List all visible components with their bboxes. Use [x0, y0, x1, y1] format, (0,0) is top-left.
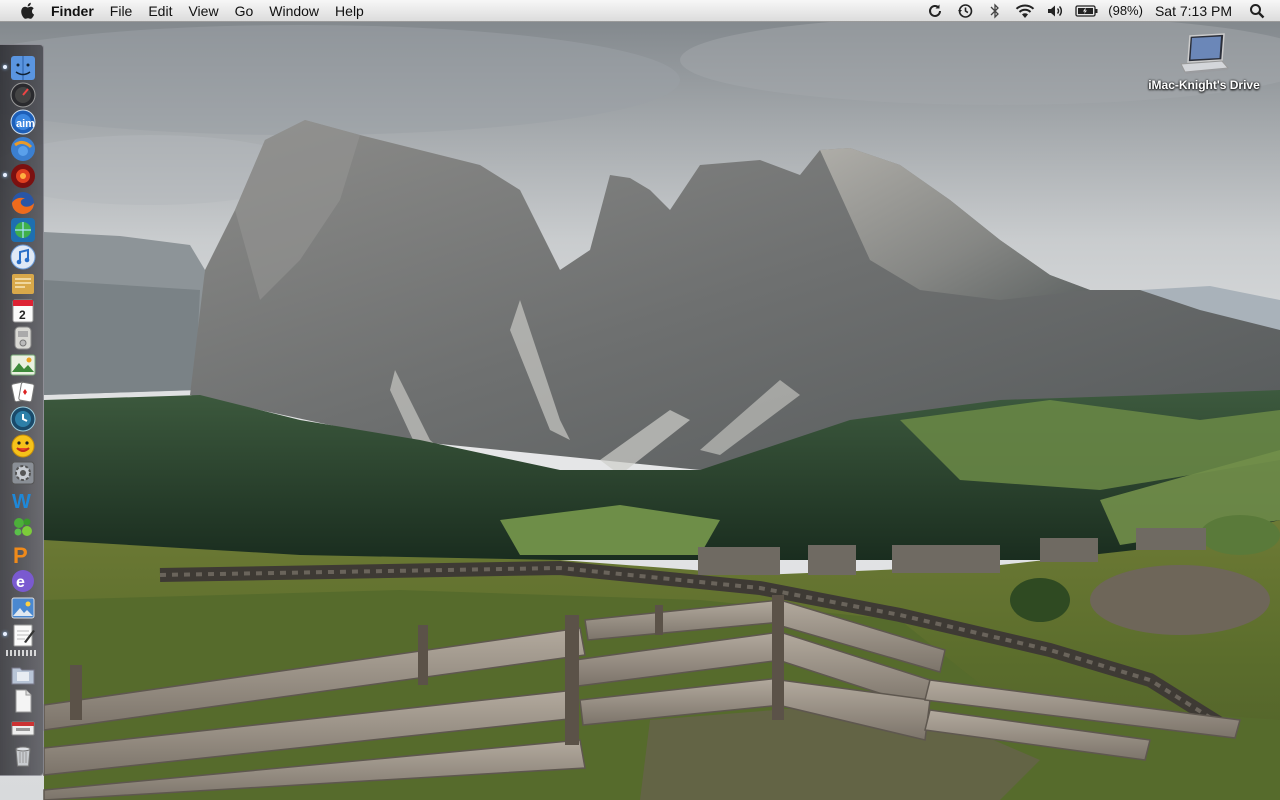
document-stack-icon[interactable] [10, 688, 36, 714]
menu-clock[interactable]: Sat 7:13 PM [1155, 3, 1232, 19]
textedit-icon[interactable] [10, 622, 36, 648]
svg-text:e: e [16, 574, 25, 591]
dock: aim 2 W P e [0, 44, 44, 776]
battery-percent[interactable]: (98%) [1108, 3, 1143, 18]
time-machine-dock-icon[interactable] [10, 406, 36, 432]
status-area: (98%) Sat 7:13 PM [920, 0, 1280, 22]
dock-separator [6, 650, 38, 656]
wifi-icon[interactable] [1014, 0, 1036, 22]
iphoto-icon[interactable] [10, 595, 36, 621]
photo-app-icon[interactable] [10, 352, 36, 378]
chat-smiley-icon[interactable] [10, 433, 36, 459]
menu-view[interactable]: View [180, 0, 226, 22]
downloads-stack-icon[interactable] [10, 715, 36, 741]
purple-e-app-icon[interactable]: e [10, 568, 36, 594]
svg-text:W: W [12, 491, 31, 513]
menu-app-finder[interactable]: Finder [45, 0, 102, 22]
applications-folder-icon[interactable] [10, 661, 36, 687]
playing-cards-icon[interactable] [10, 379, 36, 405]
running-indicator [3, 632, 7, 636]
battery-icon[interactable] [1074, 0, 1100, 22]
svg-text:aim: aim [16, 118, 35, 130]
notepad-icon[interactable] [10, 325, 36, 351]
svg-text:2: 2 [19, 308, 26, 322]
volume-icon[interactable] [1044, 0, 1066, 22]
globe-app-icon[interactable] [10, 217, 36, 243]
mail-envelope-icon[interactable] [10, 271, 36, 297]
dashboard-icon[interactable] [10, 82, 36, 108]
green-app-icon[interactable] [10, 514, 36, 540]
orange-p-app-icon[interactable]: P [10, 541, 36, 567]
running-indicator [3, 173, 7, 177]
menu-file[interactable]: File [102, 0, 141, 22]
finder-icon[interactable] [10, 55, 36, 81]
itunes-icon[interactable] [10, 244, 36, 270]
menu-window[interactable]: Window [261, 0, 327, 22]
firefox-icon[interactable] [10, 190, 36, 216]
system-preferences-icon[interactable] [10, 460, 36, 486]
running-indicator [3, 65, 7, 69]
menu-go[interactable]: Go [227, 0, 262, 22]
laptop-drive-icon [1178, 30, 1230, 78]
bluetooth-icon[interactable] [984, 0, 1006, 22]
red-app-icon[interactable] [10, 163, 36, 189]
menu-edit[interactable]: Edit [140, 0, 180, 22]
sync-icon[interactable] [924, 0, 946, 22]
menu-help[interactable]: Help [327, 0, 372, 22]
globe-browser-icon[interactable] [10, 136, 36, 162]
blue-w-app-icon[interactable]: W [10, 487, 36, 513]
svg-text:P: P [13, 543, 28, 567]
time-machine-icon[interactable] [954, 0, 976, 22]
aim-icon[interactable]: aim [10, 109, 36, 135]
desktop-drive[interactable]: iMac-Knight's Drive [1134, 30, 1274, 92]
spotlight-icon[interactable] [1246, 0, 1268, 22]
drive-label: iMac-Knight's Drive [1148, 78, 1260, 92]
ical-calendar-icon[interactable]: 2 [10, 298, 36, 324]
menu-bar: Finder File Edit View Go Window Help (98… [0, 0, 1280, 22]
apple-icon[interactable] [17, 1, 37, 21]
trash-icon[interactable] [10, 742, 36, 768]
desktop-wallpaper [0, 0, 1280, 800]
